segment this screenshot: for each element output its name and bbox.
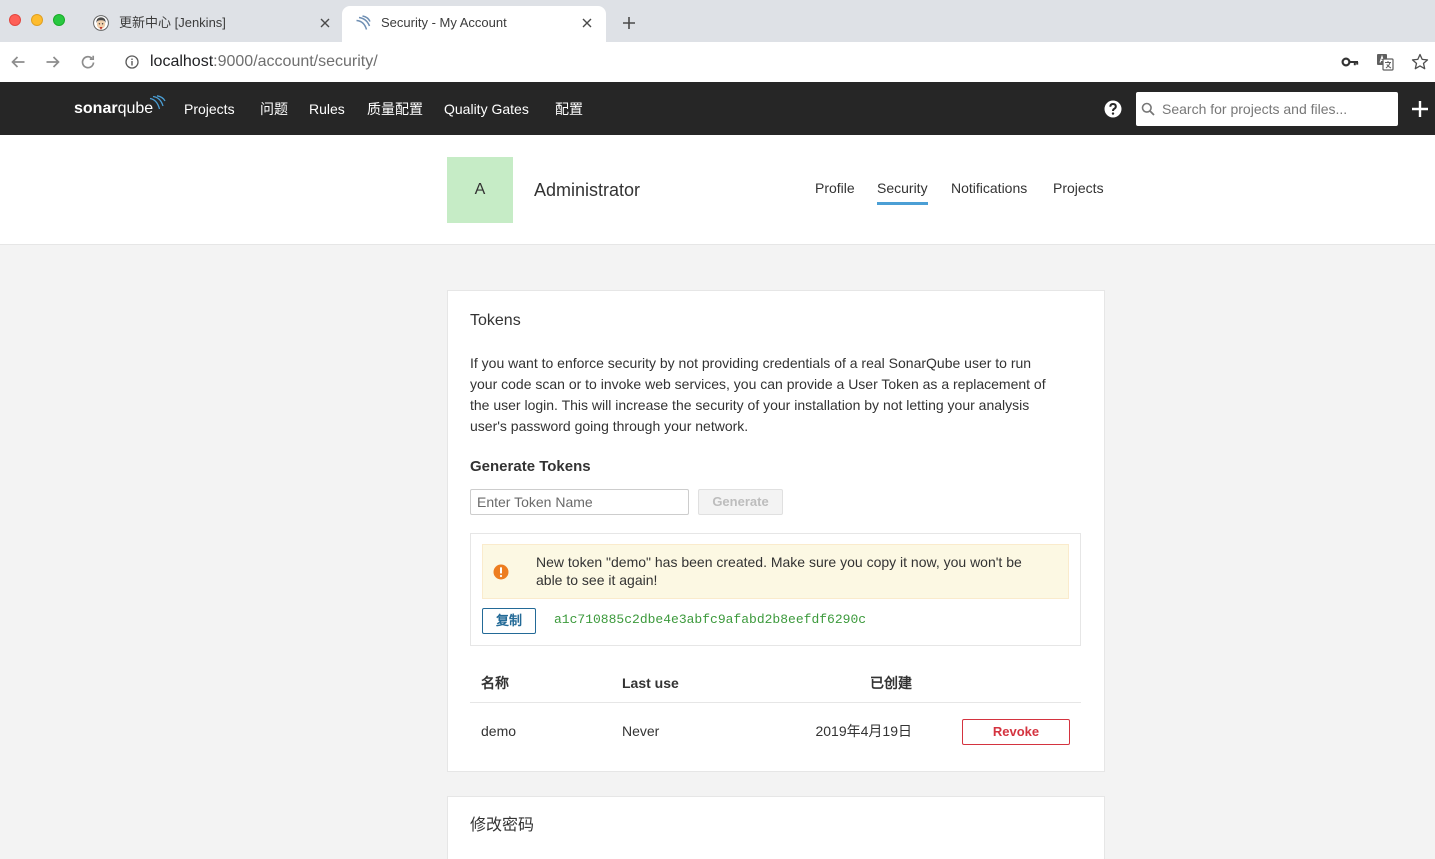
alert-line: able to see it again! [536, 572, 658, 588]
sonarqube-icon [355, 15, 371, 31]
bookmark-star-icon[interactable] [1411, 53, 1429, 71]
generate-tokens-title: Generate Tokens [470, 458, 591, 475]
browser-tab-bar: 更新中心 [Jenkins] Security - My Account [0, 0, 1435, 42]
copy-token-button[interactable]: 复制 [482, 608, 536, 634]
table-header-row: 名称 Last use 已创建 [470, 664, 1081, 703]
key-icon[interactable] [1341, 54, 1359, 70]
avatar: A [447, 157, 513, 223]
description-line: the user login. This will increase the s… [470, 397, 1030, 413]
translate-icon[interactable] [1376, 53, 1394, 71]
description-line: user's password going through your netwo… [470, 418, 749, 434]
nav-projects[interactable]: Projects [184, 99, 235, 119]
tab-title: Security - My Account [381, 15, 507, 30]
plus-icon[interactable] [1411, 100, 1429, 118]
global-search-box[interactable] [1136, 92, 1398, 126]
logo-text-light: qube [117, 100, 154, 117]
help-icon[interactable] [1104, 100, 1122, 118]
reload-icon[interactable] [80, 54, 96, 70]
account-name: Administrator [534, 180, 641, 200]
logo-text-bold: sonar [74, 100, 118, 117]
token-name-input[interactable] [470, 489, 689, 515]
description-line: your code scan or to invoke web services… [470, 376, 1046, 392]
browser-toolbar: localhost:9000/account/security/ [0, 42, 1435, 82]
window-zoom-button[interactable] [53, 14, 65, 26]
url-host: localhost [150, 53, 214, 70]
new-token-panel: New token "demo" has been created. Make … [470, 533, 1081, 646]
warning-icon [493, 564, 509, 580]
logo-waves-icon [149, 95, 166, 110]
tab-notifications[interactable]: Notifications [951, 178, 1027, 205]
alert-message: New token "demo" has been created. Make … [536, 553, 1022, 589]
nav-quality-gates[interactable]: Quality Gates [444, 99, 529, 119]
token-value: a1c710885c2dbe4e3abfc9afabd2b8eefdf6290c [554, 612, 867, 627]
header-created: 已创建 [870, 675, 912, 691]
search-input[interactable] [1156, 92, 1394, 126]
forward-arrow-icon[interactable] [45, 54, 61, 70]
token-name-cell: demo [481, 723, 517, 739]
nav-quality-profiles[interactable]: 质量配置 [367, 99, 423, 119]
change-password-card: 修改密码 [447, 796, 1105, 859]
search-icon [1141, 102, 1155, 116]
nav-administration[interactable]: 配置 [555, 99, 583, 119]
tab-close-icon[interactable] [581, 17, 593, 29]
tab-title: 更新中心 [Jenkins] [119, 15, 226, 30]
alert-line: New token "demo" has been created. Make … [536, 554, 1022, 570]
table-row: demo Never 2019年4月19日 Revoke [470, 703, 1081, 759]
account-header: A Administrator Profile Security Notific… [0, 135, 1435, 245]
tokens-title: Tokens [470, 312, 521, 329]
browser-tab-security[interactable]: Security - My Account [342, 6, 606, 42]
window-minimize-button[interactable] [31, 14, 43, 26]
tokens-card: Tokens If you want to enforce security b… [447, 290, 1105, 772]
url-path: :9000/account/security/ [213, 53, 378, 70]
created-cell: 2019年4月19日 [815, 723, 912, 739]
header-last-use: Last use [622, 675, 679, 691]
revoke-button[interactable]: Revoke [962, 719, 1070, 745]
tokens-description: If you want to enforce security by not p… [470, 353, 1046, 437]
browser-tab-jenkins[interactable]: 更新中心 [Jenkins] [80, 6, 342, 42]
nav-issues[interactable]: 问题 [260, 99, 288, 119]
new-tab-icon[interactable] [622, 16, 636, 30]
nav-rules[interactable]: Rules [309, 99, 345, 119]
tab-profile[interactable]: Profile [815, 178, 855, 205]
jenkins-icon [93, 15, 109, 31]
tokens-table: 名称 Last use 已创建 demo Never 2019年4月19日 Re… [470, 664, 1081, 759]
header-name: 名称 [481, 675, 509, 691]
sonarqube-logo[interactable]: sonarqube [74, 98, 153, 120]
address-bar[interactable]: localhost:9000/account/security/ [150, 52, 378, 72]
token-created-alert: New token "demo" has been created. Make … [482, 544, 1069, 599]
tab-projects[interactable]: Projects [1053, 178, 1104, 205]
description-line: If you want to enforce security by not p… [470, 355, 1032, 371]
change-password-title: 修改密码 [470, 817, 535, 834]
tab-close-icon[interactable] [319, 17, 331, 29]
last-use-cell: Never [622, 723, 660, 739]
generate-button[interactable]: Generate [698, 489, 783, 515]
global-navbar: sonarqube Projects 问题 Rules 质量配置 Quality… [0, 82, 1435, 135]
site-info-icon[interactable] [125, 55, 139, 69]
tab-security[interactable]: Security [877, 178, 928, 205]
back-arrow-icon[interactable] [10, 54, 26, 70]
window-close-button[interactable] [9, 14, 21, 26]
